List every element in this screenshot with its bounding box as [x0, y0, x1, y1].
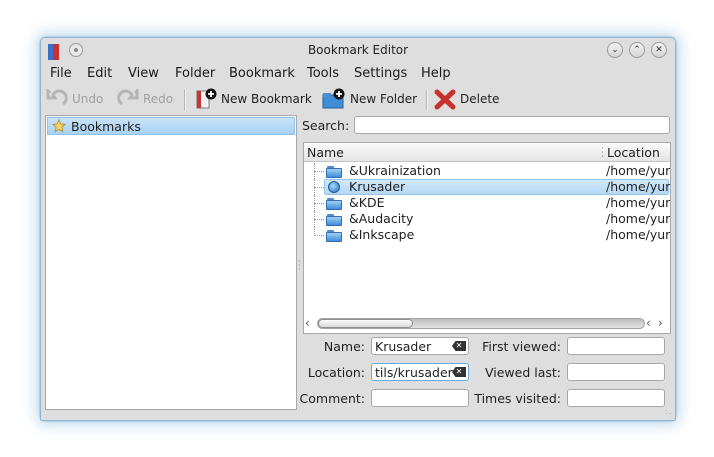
menu-view[interactable]: View	[128, 66, 159, 81]
tree-line	[314, 187, 324, 189]
times-visited-label: Times visited:	[474, 391, 561, 406]
resize-grip[interactable]: · · ·	[665, 408, 673, 418]
row-location: /home/yur	[606, 163, 671, 178]
column-resize-handle[interactable]: · · ·	[601, 145, 604, 162]
undo-label: Undo	[72, 92, 104, 106]
title-bar[interactable]: Bookmark Editor ⌄ ⌃ ✕	[41, 38, 675, 64]
menu-tools[interactable]: Tools	[307, 66, 339, 81]
undo-button[interactable]: Undo	[46, 88, 103, 110]
folder-icon	[326, 228, 342, 242]
new-folder-label: New Folder	[350, 92, 418, 106]
new-bookmark-icon	[196, 88, 217, 109]
menu-settings[interactable]: Settings	[354, 66, 407, 81]
clear-location-icon[interactable]: ✕	[452, 367, 466, 377]
list-header: Name · · · Location	[304, 143, 670, 162]
splitter-handle[interactable]: · · ·	[298, 258, 301, 274]
delete-button[interactable]: Delete	[434, 88, 499, 110]
menu-folder[interactable]: Folder	[175, 66, 215, 81]
redo-icon	[117, 89, 139, 106]
delete-label: Delete	[460, 92, 500, 106]
list-row-selected[interactable]: Krusader /home/yur	[304, 179, 670, 195]
globe-icon	[326, 180, 342, 194]
new-bookmark-label: New Bookmark	[221, 92, 312, 106]
viewed-last-field[interactable]	[567, 363, 665, 381]
bookmark-tree-pane[interactable]: Bookmarks	[45, 115, 297, 410]
first-viewed-field[interactable]	[567, 337, 665, 355]
row-location: /home/yur	[606, 195, 671, 210]
menu-edit[interactable]: Edit	[87, 66, 112, 81]
delete-icon	[434, 89, 456, 110]
column-header-name[interactable]: Name	[307, 145, 344, 160]
location-field[interactable]: tils/krusader ✕	[371, 363, 469, 381]
row-name: Krusader	[349, 179, 406, 194]
tree-line	[314, 235, 324, 237]
minimize-button[interactable]: ⌄	[607, 42, 623, 58]
row-name: &Audacity	[349, 211, 414, 226]
list-row[interactable]: &Ukrainization /home/yur	[304, 163, 670, 179]
name-label: Name:	[323, 339, 365, 354]
list-row[interactable]: &Audacity /home/yur	[304, 211, 670, 227]
redo-button[interactable]: Redo	[117, 88, 173, 110]
star-icon	[52, 119, 66, 133]
row-name: &Ukrainization	[349, 163, 441, 178]
search-input[interactable]	[354, 116, 670, 134]
row-location: /home/yur	[606, 179, 671, 194]
redo-label: Redo	[143, 92, 174, 106]
bookmark-editor-window: Bookmark Editor ⌄ ⌃ ✕ File Edit View Fol…	[40, 37, 676, 421]
list-row[interactable]: &KDE /home/yur	[304, 195, 670, 211]
location-field-value: tils/krusader	[375, 365, 453, 380]
toolbar-separator	[426, 89, 428, 111]
maximize-button[interactable]: ⌃	[629, 42, 645, 58]
toolbar: Undo Redo New Bookmark New Folder Delete	[41, 84, 675, 114]
row-name: &KDE	[349, 195, 385, 210]
window-title: Bookmark Editor	[307, 43, 409, 57]
row-location: /home/yur	[606, 227, 671, 242]
folder-icon	[326, 196, 342, 210]
scroll-right-icon[interactable]: ›	[658, 316, 663, 330]
tree-line	[314, 219, 324, 221]
scroll-left-icon[interactable]: ‹	[305, 316, 310, 330]
new-folder-icon	[322, 88, 345, 109]
menu-bar: File Edit View Folder Bookmark Tools Set…	[41, 64, 675, 84]
row-name: &Inkscape	[349, 227, 415, 242]
comment-label: Comment:	[299, 391, 365, 406]
location-label: Location:	[307, 365, 365, 380]
new-folder-button[interactable]: New Folder	[322, 88, 417, 110]
new-bookmark-button[interactable]: New Bookmark	[195, 88, 312, 110]
scroll-thumb[interactable]	[318, 319, 413, 328]
search-label: Search:	[302, 118, 350, 133]
bookmark-list[interactable]: Name · · · Location &Ukrainization /home/y…	[303, 142, 671, 334]
list-row[interactable]: &Inkscape /home/yur	[304, 227, 670, 243]
first-viewed-label: First viewed:	[482, 339, 561, 354]
tree-line	[314, 171, 324, 173]
folder-icon	[326, 212, 342, 226]
comment-field[interactable]	[371, 389, 469, 407]
column-header-location[interactable]: Location	[607, 145, 660, 160]
tree-line	[314, 203, 324, 205]
viewed-last-label: Viewed last:	[484, 365, 561, 380]
scroll-left-end-icon[interactable]: ‹	[646, 316, 651, 330]
tree-root-bookmarks[interactable]: Bookmarks	[47, 117, 295, 135]
undo-icon	[46, 89, 68, 106]
close-button[interactable]: ✕	[651, 42, 667, 58]
toolbar-separator	[184, 89, 186, 111]
menu-file[interactable]: File	[50, 66, 72, 81]
horizontal-scrollbar[interactable]: ‹ ‹ ›	[303, 315, 671, 331]
row-location: /home/yur	[606, 211, 671, 226]
tree-root-label: Bookmarks	[71, 118, 141, 134]
folder-icon	[326, 164, 342, 178]
menu-bookmark[interactable]: Bookmark	[229, 66, 295, 81]
clear-name-icon[interactable]: ✕	[452, 341, 466, 351]
name-field-value: Krusader	[375, 339, 432, 354]
name-field[interactable]: Krusader ✕	[371, 337, 469, 355]
menu-help[interactable]: Help	[421, 66, 451, 81]
times-visited-field[interactable]	[567, 389, 665, 407]
